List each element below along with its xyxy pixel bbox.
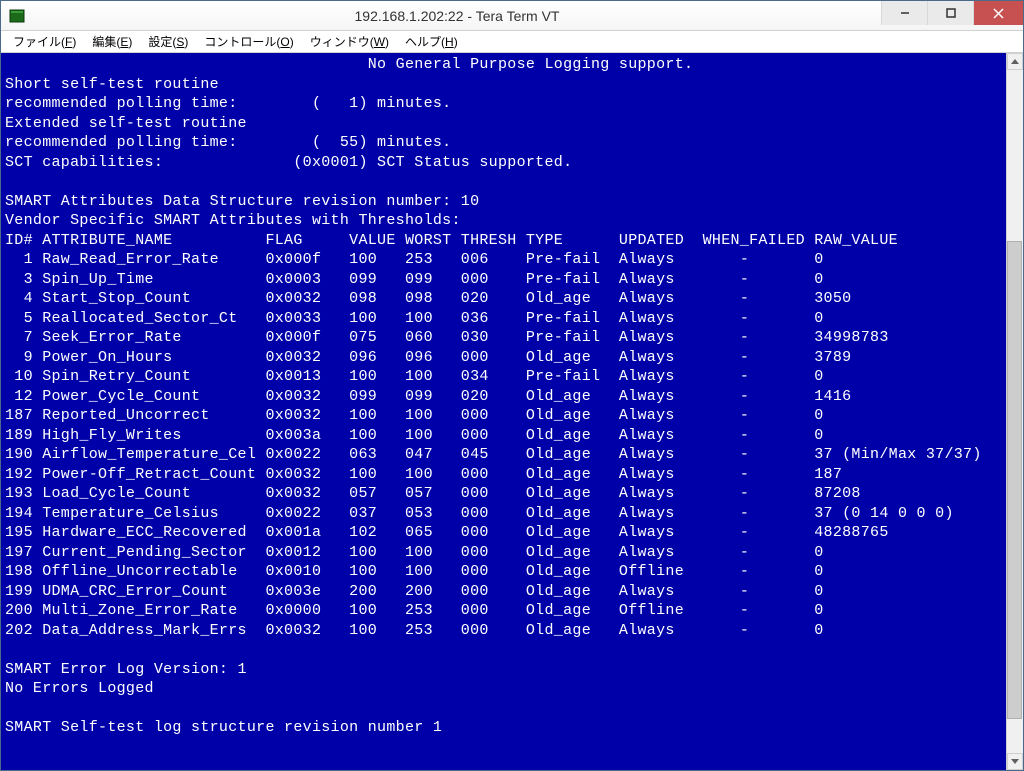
scroll-up-arrow[interactable] [1007,53,1023,70]
menu-setup[interactable]: 設定(S) [140,31,196,52]
maximize-button[interactable] [927,1,973,25]
close-icon [993,8,1004,19]
minimize-button[interactable] [881,1,927,25]
window-title: 192.168.1.202:22 - Tera Term VT [33,8,881,24]
menu-window[interactable]: ウィンドウ(W) [302,31,397,52]
vertical-scrollbar[interactable] [1006,53,1023,770]
app-icon [9,8,25,24]
menu-help[interactable]: ヘルプ(H) [397,31,466,52]
minimize-icon [900,8,910,18]
terminal-output[interactable]: No General Purpose Logging support. Shor… [1,53,1006,770]
menu-bar: ファイル(F) 編集(E) 設定(S) コントロール(O) ウィンドウ(W) ヘ… [1,31,1023,53]
scroll-thumb[interactable] [1007,241,1022,719]
menu-file[interactable]: ファイル(F) [5,31,84,52]
scroll-down-arrow[interactable] [1007,753,1023,770]
menu-control[interactable]: コントロール(O) [196,31,301,52]
window-controls [881,1,1023,30]
maximize-icon [946,8,956,18]
terminal-area: No General Purpose Logging support. Shor… [1,53,1023,770]
window-titlebar: 192.168.1.202:22 - Tera Term VT [1,1,1023,31]
menu-edit[interactable]: 編集(E) [84,31,140,52]
chevron-up-icon [1011,59,1019,64]
close-button[interactable] [973,1,1023,25]
scroll-track[interactable] [1007,70,1023,753]
chevron-down-icon [1011,759,1019,764]
